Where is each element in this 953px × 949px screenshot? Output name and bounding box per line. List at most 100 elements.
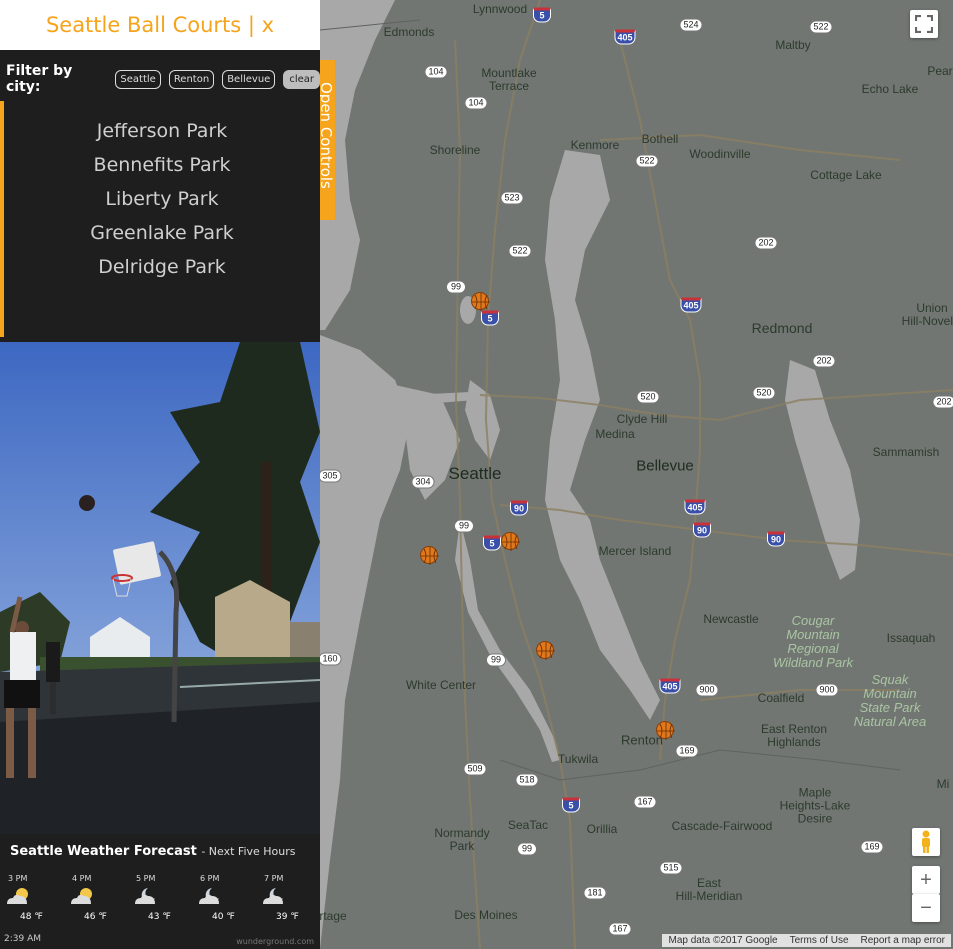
map-label-cottage-lake: Cottage Lake <box>810 168 882 182</box>
filter-bellevue-button[interactable]: Bellevue <box>222 69 276 89</box>
forecast-time: 5 PM <box>136 874 156 883</box>
highway-shield: 518 <box>515 773 539 787</box>
partly-cloudy-night-icon <box>199 888 219 904</box>
highway-shield: 202 <box>812 354 836 368</box>
highway-shield: 99 <box>446 280 466 294</box>
forecast-time: 3 PM <box>8 874 28 883</box>
map-label-cougar-mountain: Cougar Mountain Regional Wildland Park <box>772 613 854 670</box>
partly-cloudy-night-icon <box>135 888 155 904</box>
filter-renton-button[interactable]: Renton <box>168 69 215 89</box>
map-label-lynnwood: Lynnwood <box>472 2 528 16</box>
street-view-pegman-button[interactable] <box>912 828 940 856</box>
highway-shield: 90 <box>510 500 528 516</box>
park-item-bennefits[interactable]: Bennefits Park <box>4 148 320 182</box>
filter-seattle-button[interactable]: Seattle <box>115 69 161 89</box>
zoom-in-button[interactable]: + <box>912 866 940 894</box>
map-label-shoreline: Shoreline <box>429 143 481 157</box>
city-filter: Filter by city: Seattle Renton Bellevue … <box>0 50 320 108</box>
highway-shield: 99 <box>454 519 474 533</box>
terms-of-use-link[interactable]: Terms of Use <box>783 934 855 947</box>
highway-shield: 515 <box>659 861 683 875</box>
highway-shield: 104 <box>464 96 488 110</box>
court-marker-basketball-icon[interactable] <box>501 532 520 551</box>
map-label-white-center: White Center <box>405 678 477 692</box>
highway-shield: 522 <box>635 154 659 168</box>
court-marker-basketball-icon[interactable] <box>536 641 555 660</box>
park-item-liberty[interactable]: Liberty Park <box>4 182 320 216</box>
map-label-woodinville: Woodinville <box>689 147 751 161</box>
map-label-mi: Mi <box>936 777 950 791</box>
weather-updated-time: 2:39 AM <box>4 934 41 944</box>
app-title[interactable]: Seattle Ball Courts | x <box>0 0 320 50</box>
forecast-time: 7 PM <box>264 874 284 883</box>
highway-shield: 522 <box>809 20 833 34</box>
map-label-squak-mountain: Squak Mountain State Park Natural Area <box>853 672 927 729</box>
forecast-hour: 3 PM 48 ℉ <box>0 874 64 926</box>
map-label-clyde-hill: Clyde Hill <box>616 412 668 426</box>
hourly-forecast: 3 PM 48 ℉ 4 PM 46 ℉ 5 PM 43 ℉ 6 PM 40 ℉ … <box>0 874 320 926</box>
court-marker-basketball-icon[interactable] <box>471 292 490 311</box>
map-label-tukwila: Tukwila <box>557 752 599 766</box>
zoom-out-button[interactable]: − <box>912 894 940 922</box>
highway-shield: 520 <box>752 386 776 400</box>
highway-shield: 5 <box>562 797 580 813</box>
map-label-sammamish: Sammamish <box>872 445 940 459</box>
map-data-credit: Map data ©2017 Google <box>662 934 784 947</box>
highway-shield: 405 <box>659 678 681 694</box>
highway-shield: 90 <box>693 522 711 538</box>
forecast-hour: 6 PM 40 ℉ <box>192 874 256 926</box>
highway-shield: 181 <box>583 886 607 900</box>
highway-shield: 160 <box>318 652 342 666</box>
highway-shield: 169 <box>860 840 884 854</box>
map-label-burien-edge: rtage <box>319 909 347 923</box>
forecast-time: 4 PM <box>72 874 92 883</box>
highway-shield: 99 <box>486 653 506 667</box>
weather-subtitle: - Next Five Hours <box>201 845 296 858</box>
fullscreen-icon <box>915 15 933 33</box>
partly-cloudy-icon <box>7 888 28 904</box>
weather-credit-link[interactable]: wunderground.com <box>236 937 314 946</box>
report-map-error-link[interactable]: Report a map error <box>854 934 951 947</box>
highway-shield: 304 <box>411 475 435 489</box>
highway-shield: 405 <box>614 29 636 45</box>
map-label-redmond: Redmond <box>751 320 813 336</box>
map-label-east-hill-meridian: East Hill-Meridian <box>675 876 743 903</box>
highway-shield: 405 <box>680 297 702 313</box>
park-item-delridge[interactable]: Delridge Park <box>4 250 320 284</box>
highway-shield: 522 <box>508 244 532 258</box>
weather-widget: Seattle Weather Forecast - Next Five Hou… <box>0 834 320 949</box>
map-label-maltby: Maltby <box>775 38 811 52</box>
highway-shield: 305 <box>318 469 342 483</box>
highway-shield: 202 <box>754 236 778 250</box>
highway-shield: 167 <box>633 795 657 809</box>
highway-shield: 523 <box>500 191 524 205</box>
highway-shield: 5 <box>533 7 551 23</box>
clear-filter-button[interactable]: clear <box>283 69 320 89</box>
highway-shield: 900 <box>695 683 719 697</box>
map-label-bothell: Bothell <box>641 132 679 146</box>
pegman-icon <box>922 830 930 853</box>
map-label-pear: Pear <box>927 64 953 78</box>
map-label-cascade-fairwood: Cascade-Fairwood <box>671 819 773 833</box>
weather-title: Seattle Weather Forecast - Next Five Hou… <box>10 844 296 859</box>
court-marker-basketball-icon[interactable] <box>656 721 675 740</box>
map-label-union-hill: Union Hill-Novelty <box>901 301 953 328</box>
map-label-mountlake-terrace: Mountlake Terrace <box>481 66 537 93</box>
forecast-time: 6 PM <box>200 874 220 883</box>
map-label-kenmore: Kenmore <box>570 138 620 152</box>
park-item-greenlake[interactable]: Greenlake Park <box>4 216 320 250</box>
open-controls-tab[interactable]: Open Controls <box>320 60 335 220</box>
court-marker-basketball-icon[interactable] <box>420 546 439 565</box>
partly-cloudy-icon <box>71 888 92 904</box>
map-label-medina: Medina <box>595 427 635 441</box>
forecast-hour: 5 PM 43 ℉ <box>128 874 192 926</box>
forecast-temp: 48 ℉ <box>20 912 43 922</box>
highway-shield: 524 <box>679 18 703 32</box>
fullscreen-button[interactable] <box>910 10 938 38</box>
map-label-maple-heights: Maple Heights-Lake Desire <box>779 785 851 826</box>
weather-title-text: Seattle Weather Forecast <box>10 844 197 859</box>
partly-cloudy-night-icon <box>263 888 283 904</box>
map-label-issaquah: Issaquah <box>886 631 936 645</box>
highway-shield: 169 <box>675 744 699 758</box>
park-item-jefferson[interactable]: Jefferson Park <box>4 114 320 148</box>
